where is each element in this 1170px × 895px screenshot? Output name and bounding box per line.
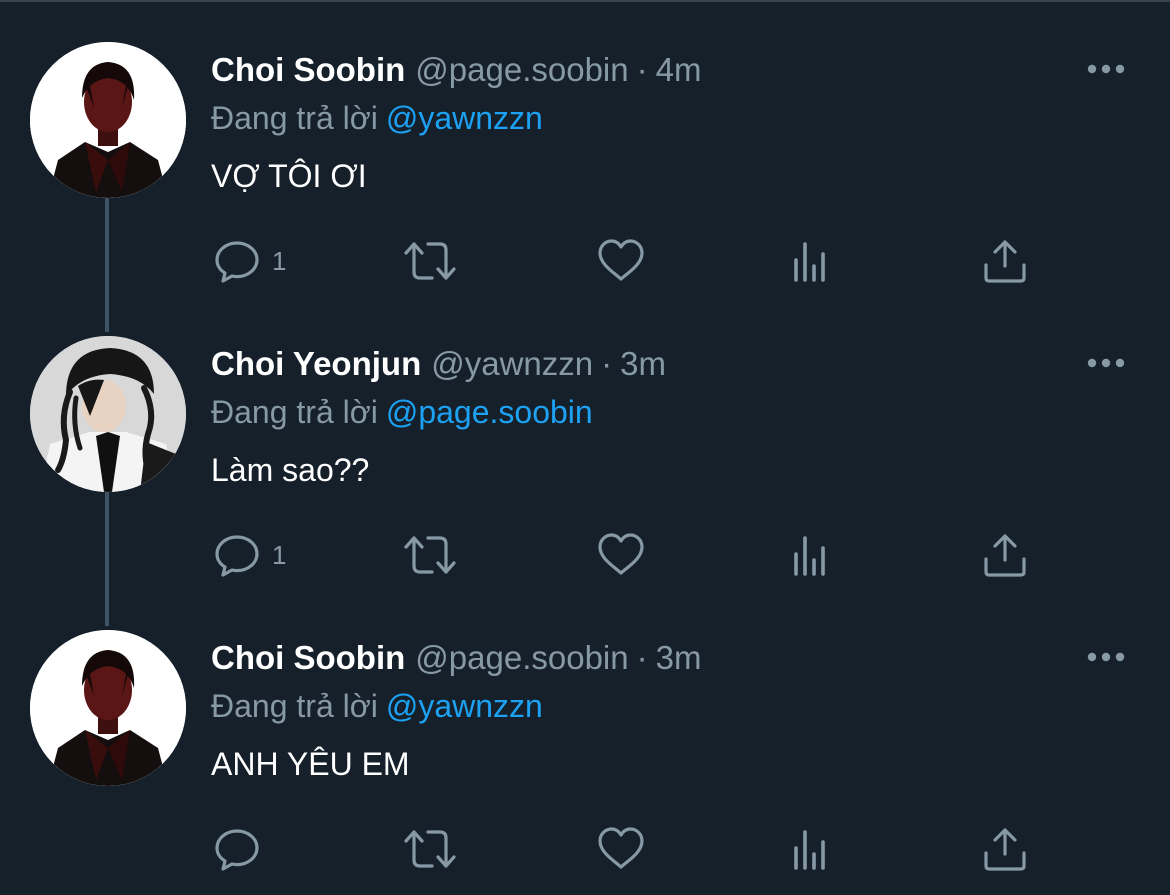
analytics-button[interactable] [790, 530, 836, 580]
timestamp[interactable]: 3m [620, 345, 666, 382]
tweet-text: ANH YÊU EM [211, 746, 410, 782]
separator-dot: · [636, 639, 648, 676]
tweet-text: VỢ TÔI ƠI [211, 158, 367, 194]
analytics-icon [794, 536, 825, 576]
more-icon[interactable] [1084, 644, 1128, 670]
tweet[interactable]: Choi Yeonjun @yawnzzn · 3m Đang trả lời @pag… [0, 294, 1170, 588]
reply-button[interactable] [212, 824, 272, 874]
share-icon [984, 240, 1026, 283]
share-icon [984, 534, 1026, 577]
user-handle[interactable]: @yawnzzn [431, 345, 593, 382]
analytics-button[interactable] [790, 236, 836, 286]
mention-link[interactable]: @page.soobin [386, 394, 593, 430]
reply-icon [215, 241, 259, 283]
retweet-button[interactable] [402, 824, 458, 874]
tweet[interactable]: Choi Soobin @page.soobin · 4m Đang trả lời @… [0, 0, 1170, 294]
tweet-thread: Choi Soobin @page.soobin · 4m Đang trả lời @… [0, 0, 1170, 895]
retweet-icon [404, 536, 456, 574]
timestamp[interactable]: 4m [656, 51, 702, 88]
user-handle[interactable]: @page.soobin [415, 639, 628, 676]
tweet[interactable]: Choi Soobin @page.soobin · 3m Đang trả lời @… [0, 588, 1170, 882]
reply-button[interactable]: 1 [212, 530, 286, 580]
tweet-text: Làm sao?? [211, 452, 370, 488]
tweet-header: Choi Soobin @page.soobin · 4m [211, 50, 701, 90]
reply-icon [215, 829, 259, 871]
more-icon[interactable] [1084, 56, 1128, 82]
separator-dot: · [601, 345, 613, 382]
replying-to: Đang trả lời @page.soobin [211, 392, 593, 432]
reply-button[interactable]: 1 [212, 236, 286, 286]
share-button[interactable] [980, 236, 1030, 286]
retweet-icon [404, 830, 456, 868]
display-name[interactable]: Choi Soobin [211, 639, 405, 676]
avatar[interactable] [30, 630, 186, 786]
heart-icon [598, 827, 644, 869]
mention-link[interactable]: @yawnzzn [386, 100, 543, 136]
share-button[interactable] [980, 824, 1030, 874]
retweet-button[interactable] [402, 236, 458, 286]
separator-dot: · [636, 51, 648, 88]
tweet-header: Choi Yeonjun @yawnzzn · 3m [211, 344, 666, 384]
user-handle[interactable]: @page.soobin [415, 51, 628, 88]
replying-label: Đang trả lời [211, 394, 378, 430]
more-icon[interactable] [1084, 350, 1128, 376]
timestamp[interactable]: 3m [656, 639, 702, 676]
display-name[interactable]: Choi Yeonjun [211, 345, 421, 382]
analytics-button[interactable] [790, 824, 836, 874]
analytics-icon [794, 830, 825, 870]
retweet-icon [404, 242, 456, 280]
display-name[interactable]: Choi Soobin [211, 51, 405, 88]
share-button[interactable] [980, 530, 1030, 580]
reply-count: 1 [272, 539, 287, 570]
retweet-button[interactable] [402, 530, 458, 580]
replying-label: Đang trả lời [211, 688, 378, 724]
analytics-icon [794, 242, 825, 282]
like-button[interactable] [596, 236, 646, 286]
reply-icon [215, 535, 259, 577]
replying-label: Đang trả lời [211, 100, 378, 136]
mention-link[interactable]: @yawnzzn [386, 688, 543, 724]
share-icon [984, 828, 1026, 871]
heart-icon [598, 239, 644, 281]
avatar[interactable] [30, 336, 186, 492]
heart-icon [598, 533, 644, 575]
replying-to: Đang trả lời @yawnzzn [211, 686, 543, 726]
like-button[interactable] [596, 530, 646, 580]
tweet-header: Choi Soobin @page.soobin · 3m [211, 638, 701, 678]
like-button[interactable] [596, 824, 646, 874]
reply-count: 1 [272, 245, 287, 276]
replying-to: Đang trả lời @yawnzzn [211, 98, 543, 138]
avatar[interactable] [30, 42, 186, 198]
